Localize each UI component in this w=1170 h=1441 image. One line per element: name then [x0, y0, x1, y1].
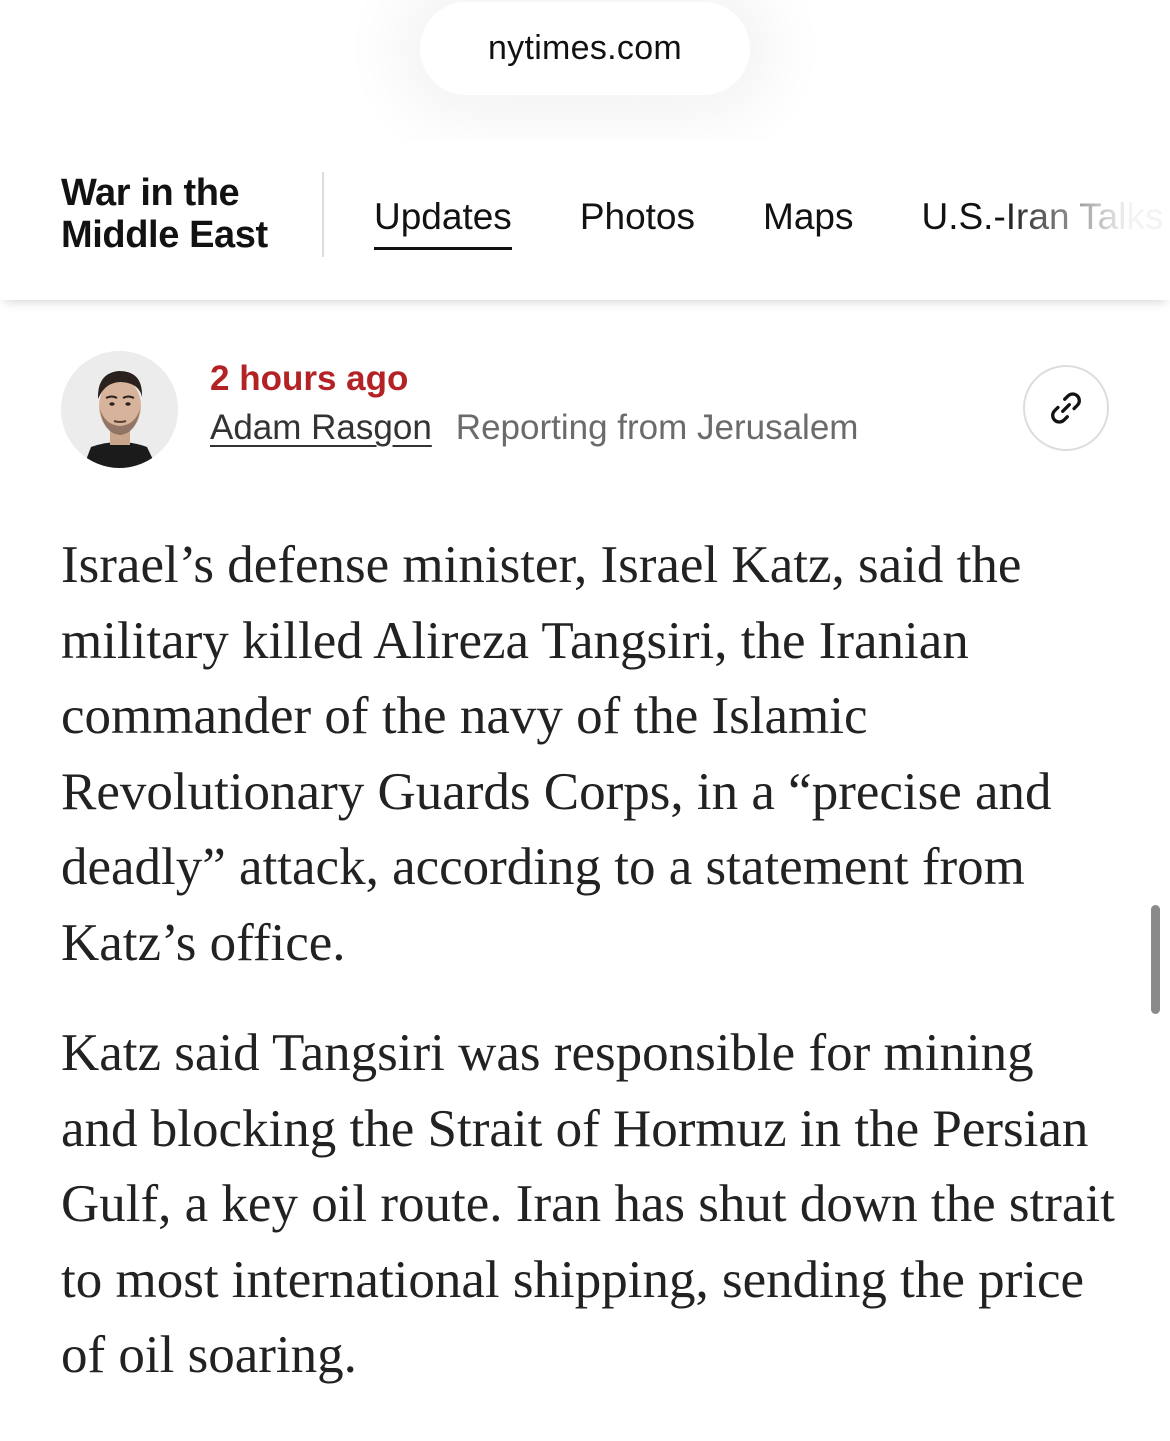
section-title-line2: Middle East — [61, 214, 268, 256]
article-body: Israel’s defense minister, Israel Katz, … — [61, 528, 1121, 1429]
copy-link-button[interactable] — [1023, 365, 1109, 451]
byline: Adam Rasgon Reporting from Jerusalem — [210, 408, 858, 448]
author-link[interactable]: Adam Rasgon — [210, 408, 432, 448]
dateline: Reporting from Jerusalem — [455, 408, 859, 447]
browser-address-bar: nytimes.com — [0, 0, 1170, 110]
scrollbar-thumb[interactable] — [1151, 905, 1160, 1014]
header-divider — [322, 172, 324, 257]
author-avatar[interactable] — [61, 351, 178, 468]
section-title[interactable]: War in the Middle East — [61, 172, 311, 256]
tab-updates[interactable]: Updates — [374, 196, 512, 250]
tab-us-iran-talks[interactable]: U.S.-Iran Talks — [922, 196, 1164, 248]
tab-photos[interactable]: Photos — [580, 196, 695, 248]
section-title-line1: War in the — [61, 172, 240, 214]
section-header: War in the Middle East Updates Photos Ma… — [0, 140, 1170, 300]
url-pill[interactable]: nytimes.com — [420, 2, 750, 95]
section-nav: Updates Photos Maps U.S.-Iran Talks — [374, 196, 1170, 250]
link-icon — [1051, 392, 1081, 424]
article-paragraph-1: Israel’s defense minister, Israel Katz, … — [61, 536, 1052, 972]
tab-maps[interactable]: Maps — [763, 196, 853, 248]
author-photo — [61, 351, 178, 468]
url-text: nytimes.com — [487, 29, 683, 67]
article-paragraph-2: Katz said Tangsiri was responsible for m… — [61, 1024, 1115, 1384]
post-timestamp: 2 hours ago — [210, 359, 409, 398]
